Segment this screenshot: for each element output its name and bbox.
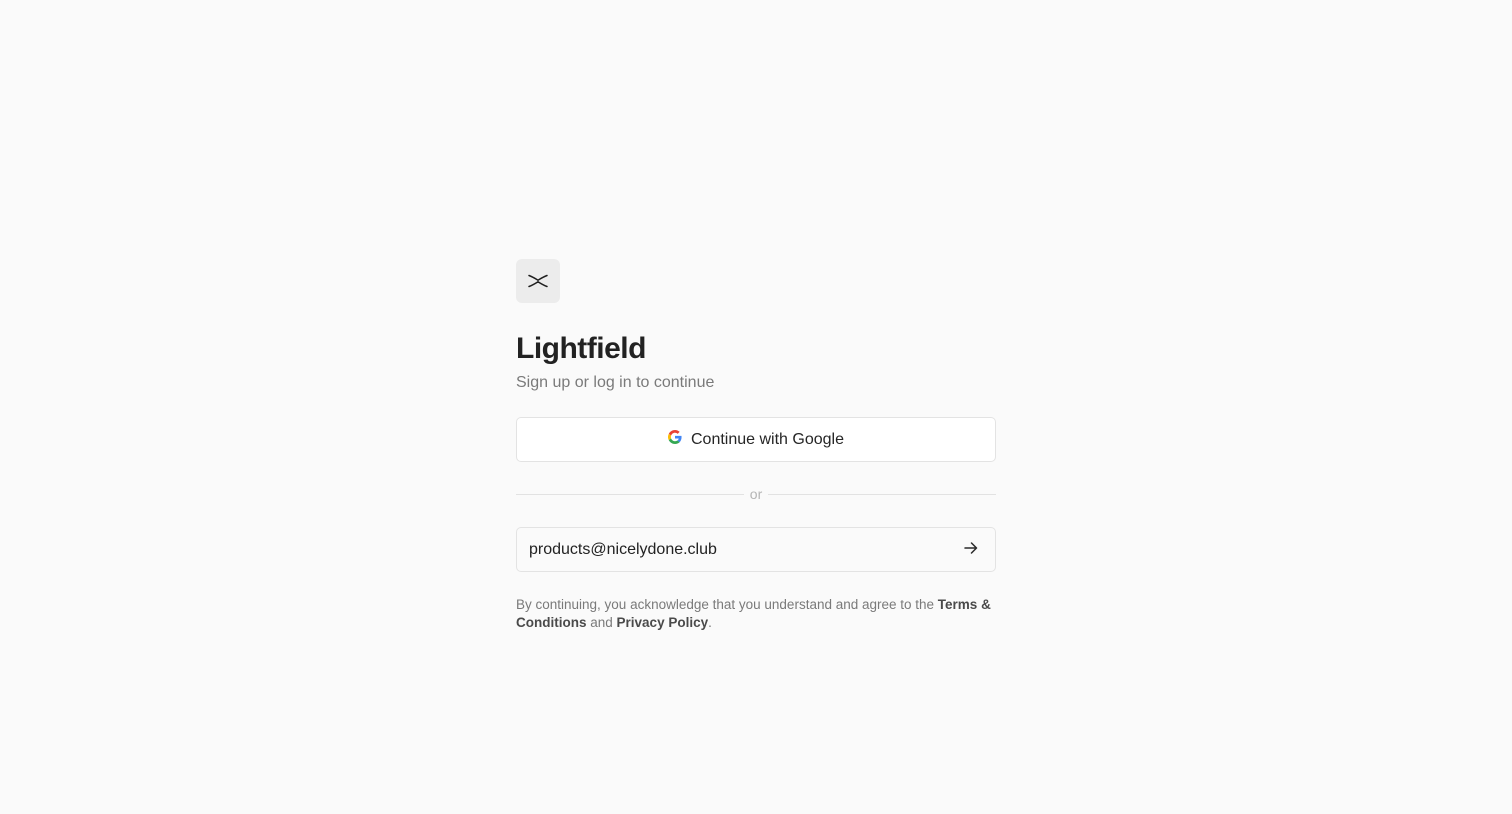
legal-suffix: . [708, 615, 712, 630]
legal-prefix: By continuing, you acknowledge that you … [516, 597, 938, 612]
page-subtitle: Sign up or log in to continue [516, 374, 715, 391]
continue-with-google-button[interactable]: Continue with Google [516, 417, 996, 462]
auth-card: Lightfield Sign up or log in to continue… [516, 259, 997, 632]
divider-line-right [768, 494, 997, 495]
app-logo [516, 259, 560, 303]
page-title: Lightfield [516, 332, 646, 365]
google-g-icon [668, 430, 682, 449]
email-input-value[interactable]: products@nicelydone.club [529, 541, 959, 559]
login-page: Lightfield Sign up or log in to continue… [0, 0, 1512, 814]
google-button-label: Continue with Google [691, 430, 844, 448]
divider-line-left [516, 494, 744, 495]
butterfly-x-icon [528, 274, 548, 288]
email-field[interactable]: products@nicelydone.club [516, 527, 996, 572]
submit-email-button[interactable] [959, 538, 983, 562]
legal-notice: By continuing, you acknowledge that you … [516, 596, 996, 632]
legal-middle: and [586, 615, 617, 630]
or-divider: or [516, 484, 997, 505]
divider-text: or [749, 486, 763, 502]
privacy-link[interactable]: Privacy Policy [617, 615, 709, 630]
arrow-right-icon [964, 541, 978, 559]
